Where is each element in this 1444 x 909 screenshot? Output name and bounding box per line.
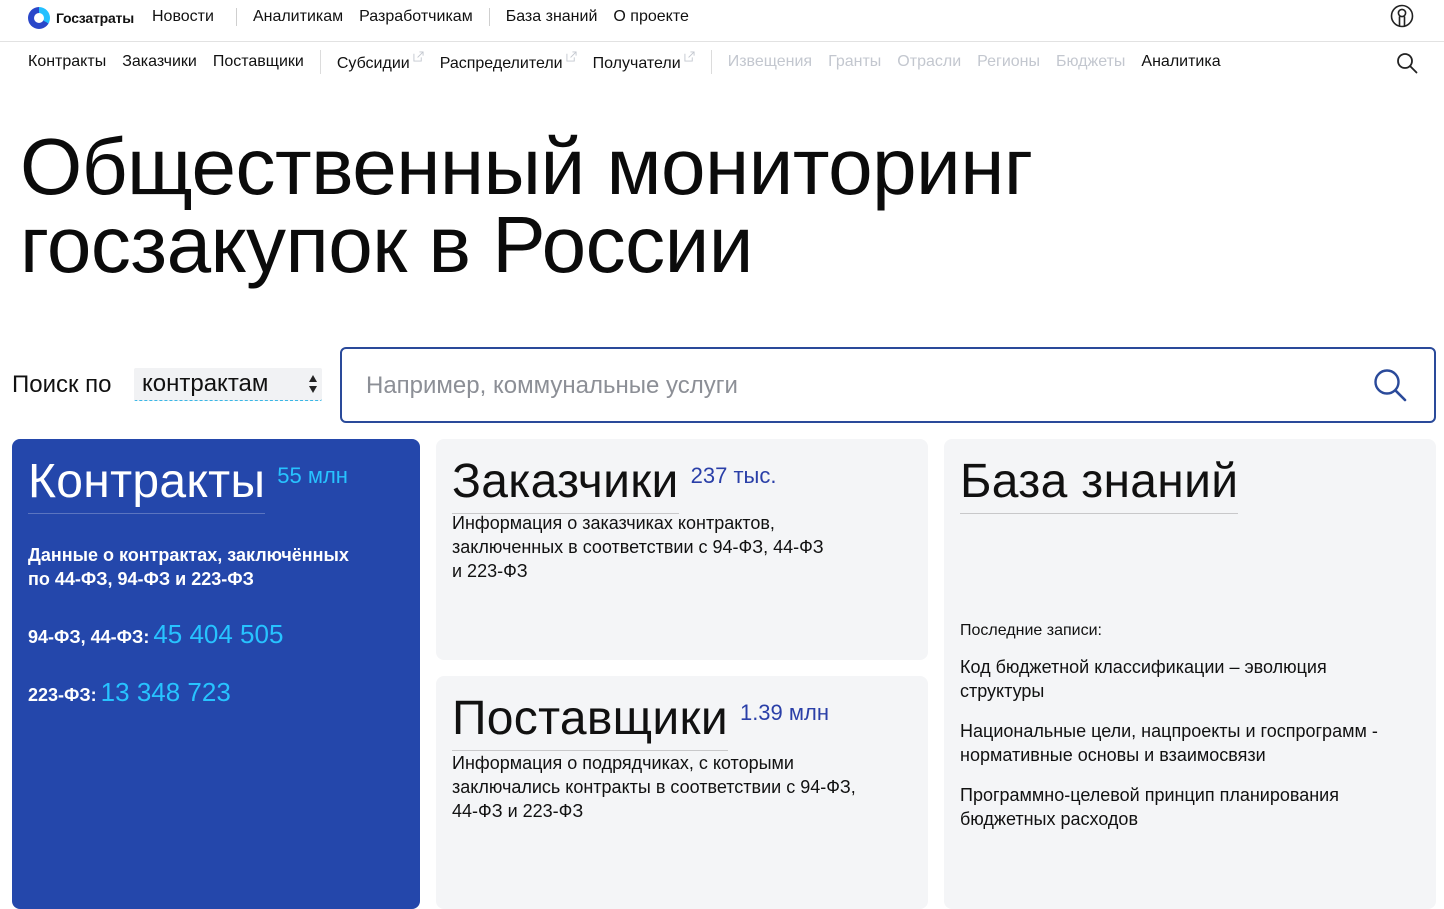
customers-count: 237 тыс. <box>690 463 777 488</box>
search-icon[interactable] <box>1396 52 1418 74</box>
customers-card-header: Заказчики 237 тыс. <box>452 453 776 514</box>
top-nav: Новости Аналитикам Разработчикам База зн… <box>152 0 689 34</box>
top-bar: Госзатраты Новости Аналитикам Разработчи… <box>0 0 1444 42</box>
suppliers-count: 1.39 млн <box>739 700 829 725</box>
external-link-icon <box>413 51 424 62</box>
contracts-stat-223fz: 223-ФЗ: 13 348 723 <box>28 677 231 707</box>
suppliers-card[interactable]: Поставщики 1.39 млн Информация о подрядч… <box>436 676 928 909</box>
contracts-card[interactable]: Контракты 55 млн Данные о контрактах, за… <box>12 439 420 909</box>
contracts-stat-223fz-value: 13 348 723 <box>100 677 231 707</box>
kb-entry-link[interactable]: Программно-целевой принцип планирования … <box>960 785 1339 829</box>
search-label: Поиск по <box>12 371 112 398</box>
page-title-line2: госзакупок в России <box>20 200 753 289</box>
section-nav-grants: Гранты <box>828 53 882 70</box>
logo-link[interactable]: Госзатраты <box>28 6 134 30</box>
contracts-stat-44fz-value: 45 404 505 <box>153 619 284 649</box>
user-icon[interactable] <box>1390 4 1414 28</box>
list-item: Национальные цели, нацпроекты и госпрогр… <box>960 719 1410 767</box>
section-nav-distributors[interactable]: Распределители <box>440 51 577 73</box>
nav-divider <box>319 50 321 74</box>
section-nav-recipients[interactable]: Получатели <box>593 51 695 73</box>
section-nav-budgets: Бюджеты <box>1056 53 1126 70</box>
knowledge-card-title[interactable]: База знаний <box>960 453 1239 514</box>
top-nav-developers[interactable]: Разработчикам <box>359 8 473 26</box>
logo-text: Госзатраты <box>56 10 134 26</box>
nav-divider <box>488 8 490 26</box>
section-nav-notices: Извещения <box>727 53 813 70</box>
contracts-count: 55 млн <box>277 463 348 488</box>
select-arrows-icon <box>309 375 317 393</box>
contracts-card-title[interactable]: Контракты <box>28 453 266 514</box>
customers-description: Информация о заказчиках контрактов, закл… <box>452 513 824 581</box>
section-nav-customers[interactable]: Заказчики <box>122 53 197 71</box>
suppliers-card-header: Поставщики 1.39 млн <box>452 690 829 751</box>
top-nav-knowledge-base[interactable]: База знаний <box>506 8 598 26</box>
suppliers-description: Информация о подрядчиках, с которыми зак… <box>452 753 856 821</box>
contracts-card-header: Контракты 55 млн <box>28 453 348 514</box>
page-title: Общественный мониторинг госзакупок в Рос… <box>20 127 1320 285</box>
list-item: Программно-целевой принцип планирования … <box>960 783 1410 831</box>
section-nav-suppliers[interactable]: Поставщики <box>213 53 304 71</box>
latest-entries-label: Последние записи: <box>960 622 1102 639</box>
list-item: Код бюджетной классификации – эволюция с… <box>960 655 1410 703</box>
top-nav-about[interactable]: О проекте <box>613 8 688 26</box>
knowledge-base-card: База знаний Последние записи: Код бюджет… <box>944 439 1436 909</box>
section-nav-subsidies[interactable]: Субсидии <box>337 51 424 73</box>
top-nav-news[interactable]: Новости <box>152 8 214 26</box>
suppliers-card-title[interactable]: Поставщики <box>452 690 728 751</box>
search-box <box>340 347 1436 423</box>
section-nav-industries: Отрасли <box>897 53 962 70</box>
latest-entries-list: Код бюджетной классификации – эволюция с… <box>960 655 1410 847</box>
kb-entry-link[interactable]: Код бюджетной классификации – эволюция с… <box>960 657 1327 701</box>
search-submit-icon[interactable] <box>1372 367 1408 403</box>
customers-card-title[interactable]: Заказчики <box>452 453 679 514</box>
section-nav-contracts[interactable]: Контракты <box>28 53 106 71</box>
nav-divider <box>235 8 237 26</box>
external-link-icon <box>566 51 577 62</box>
search-scope-value: контрактам <box>142 370 269 397</box>
logo-icon <box>28 7 50 29</box>
contracts-stat-44fz: 94-ФЗ, 44-ФЗ: 45 404 505 <box>28 619 284 649</box>
section-nav-analytics[interactable]: Аналитика <box>1141 53 1220 71</box>
knowledge-card-header: База знаний <box>960 453 1239 514</box>
nav-divider <box>710 50 712 74</box>
customers-card[interactable]: Заказчики 237 тыс. Информация о заказчик… <box>436 439 928 660</box>
contracts-description: Данные о контрактах, заключённых по 44-Ф… <box>28 545 349 589</box>
external-link-icon <box>684 51 695 62</box>
page-title-line1: Общественный мониторинг <box>20 122 1033 211</box>
top-nav-analysts[interactable]: Аналитикам <box>253 8 343 26</box>
search-input[interactable] <box>366 367 1346 405</box>
kb-entry-link[interactable]: Национальные цели, нацпроекты и госпрогр… <box>960 721 1378 765</box>
section-nav: Контракты Заказчики Поставщики Субсидии … <box>28 42 1221 82</box>
search-scope-select[interactable]: контрактам <box>134 368 322 401</box>
section-nav-regions: Регионы <box>977 53 1041 70</box>
